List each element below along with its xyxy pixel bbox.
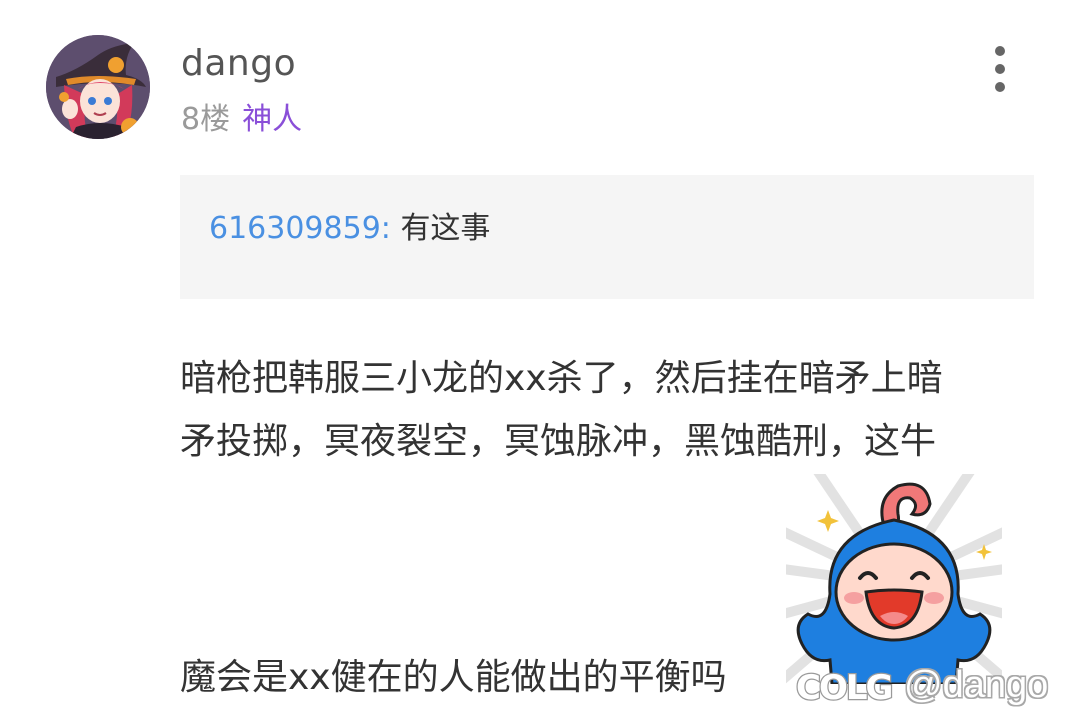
watermark: COLG @dango — [794, 661, 1049, 709]
user-title: 神人 — [242, 102, 303, 137]
quote-block[interactable]: 616309859: 有这事 — [180, 175, 1034, 299]
floor-number: 8楼 — [181, 102, 231, 137]
post-page: dango 8楼 神人 616309859: 有这事 暗枪把韩服三小龙的xx杀了，… — [0, 0, 1080, 726]
watermark-handle: @dango — [904, 664, 1049, 706]
more-vertical-icon — [995, 46, 1005, 56]
post-body-line: 魔会是xx健在的人能做出的平衡吗 — [180, 657, 727, 698]
watermark-logo-text: COLG — [796, 668, 892, 707]
post-meta: 8楼 神人 — [181, 99, 302, 141]
post-body-line: 暗枪把韩服三小龙的xx杀了，然后挂在暗矛上暗 — [180, 358, 943, 399]
more-options-button[interactable] — [980, 46, 1020, 92]
quote-text: 有这事 — [400, 211, 491, 246]
more-vertical-icon-dot — [995, 64, 1005, 74]
post-body-line: 矛投掷，冥夜裂空，冥蚀脉冲，黑蚀酷刑，这牛 — [180, 421, 937, 462]
quote-author[interactable]: 616309859: — [209, 211, 391, 246]
sticker-image[interactable] — [786, 474, 1002, 684]
avatar[interactable] — [46, 35, 150, 139]
colg-logo: COLG — [795, 667, 895, 707]
username[interactable]: dango — [181, 40, 296, 88]
more-vertical-icon-dot — [995, 82, 1005, 92]
